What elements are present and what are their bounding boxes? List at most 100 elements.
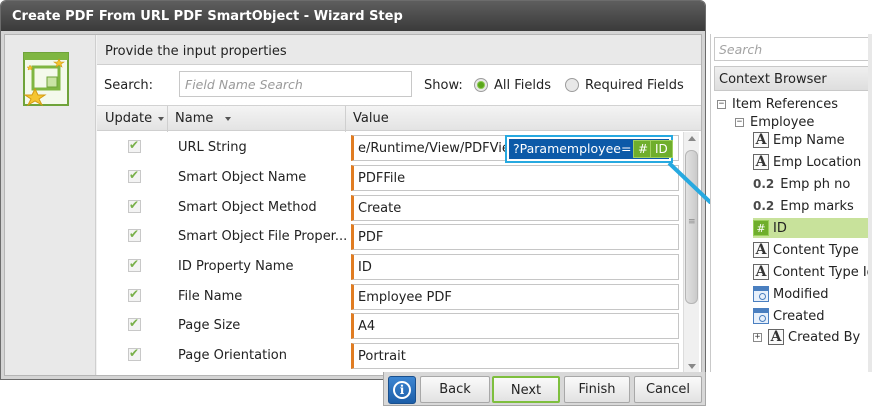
tree-item-label: Item References [732,96,838,112]
tree-item-emp-location[interactable]: A Emp Location [753,152,861,172]
sort-caret-icon [158,116,165,121]
tree-item-label: Emp ph no [780,176,851,192]
table-row: ID Property Name ID [97,251,683,281]
dialog-title: Create PDF From URL PDF SmartObject - Wi… [1,1,705,31]
url-parameter-field: ID [650,140,673,158]
tree-item-label: Employee [750,114,815,130]
property-name: Smart Object Method [178,200,317,215]
show-label: Show: [424,78,463,93]
wizard-dialog: Create PDF From URL PDF SmartObject - Wi… [0,0,706,380]
collapse-icon[interactable]: − [735,117,744,127]
table-row: Smart Object Method Create [97,192,683,222]
radio-required-fields-label: Required Fields [585,77,684,93]
property-name: Page Size [178,318,241,333]
tree-item-label: Emp marks [780,198,854,214]
dialog-body: Provide the input properties Search: Sho… [4,34,702,376]
context-browser-title: Context Browser [714,66,872,91]
tree-item-emp-marks[interactable]: 0.2 Emp marks [753,196,854,216]
context-browser-panel: Context Browser − Item References − Empl… [710,34,872,372]
update-checkbox[interactable] [128,198,141,213]
property-name: File Name [178,289,243,304]
datetime-icon [753,286,769,302]
property-value[interactable]: PDF [351,224,679,250]
property-value[interactable]: ID [351,254,679,280]
radio-all-fields-dot[interactable] [474,78,488,92]
table-row: Smart Object File Proper... PDF [97,221,683,251]
tree-item-label: Emp Name [773,132,845,148]
decimal-icon: 0.2 [753,177,775,191]
tree-item-content-type[interactable]: A Content Type [753,240,859,260]
text-icon: A [753,242,769,258]
wizard-button-bar: i Back Next Finish Cancel [383,372,706,406]
column-update[interactable]: Update [105,111,165,126]
text-icon: A [768,329,784,345]
search-label: Search: [104,78,154,93]
tree-item-item-references[interactable]: − Item References [717,94,838,114]
table-row: Smart Object Name PDFFile [97,162,683,192]
section-title: Provide the input properties [97,35,701,65]
tree-item-id[interactable]: # ID [753,218,872,238]
wizard-icon-pane [5,35,96,375]
sort-caret-icon [225,116,232,121]
update-checkbox[interactable] [128,138,141,153]
tree-item-emp-name[interactable]: A Emp Name [753,130,845,150]
tree-item-emp-ph-no[interactable]: 0.2 Emp ph no [753,174,850,194]
help-info-button[interactable]: i [388,376,416,404]
back-button[interactable]: Back [420,376,490,403]
update-checkbox[interactable] [128,346,141,361]
property-name: ID Property Name [178,259,294,274]
scroll-up-arrow-icon[interactable] [688,136,696,141]
tree-item-label: Content Type [773,242,859,258]
property-value[interactable]: A4 [351,313,679,339]
scroll-down-arrow-icon[interactable] [688,364,696,369]
screen: Create PDF From URL PDF SmartObject - Wi… [0,0,872,406]
property-value[interactable]: PDFFile [351,165,679,191]
property-value[interactable]: Employee PDF [351,284,679,310]
search-row: Search: Show: All Fields Required Fields [104,71,701,101]
collapse-icon[interactable]: − [717,99,726,109]
radio-all-fields[interactable]: All Fields [474,77,551,93]
tree-item-employee[interactable]: − Employee [735,112,814,132]
grid-scrollbar[interactable] [683,132,699,375]
tree-item-created[interactable]: Created [753,306,824,326]
property-name: Smart Object File Proper... [178,229,348,244]
property-value[interactable]: Create [351,195,679,221]
context-browser-scrollbar[interactable] [868,34,872,372]
field-search-input[interactable] [179,71,412,97]
scroll-thumb[interactable] [685,150,698,304]
column-update-label: Update [105,111,153,126]
cancel-button[interactable]: Cancel [634,376,702,403]
tree-item-label: Modified [773,286,829,302]
column-value-label: Value [353,111,389,126]
tree-item-content-type-id[interactable]: A Content Type Id [753,262,872,282]
tree-item-label: Content Type Id [773,264,872,280]
radio-required-fields[interactable]: Required Fields [565,77,684,93]
update-checkbox[interactable] [128,287,141,302]
tree-item-modified[interactable]: Modified [753,284,828,304]
radio-all-fields-label: All Fields [494,77,552,93]
tree-item-created-by[interactable]: + A Created By [753,327,860,347]
column-name[interactable]: Name [175,111,232,126]
property-value[interactable]: Portrait [351,343,679,369]
datetime-icon [753,308,769,324]
update-checkbox[interactable] [128,168,141,183]
url-parameter-selection: ?Paramemployee= # ID [509,139,673,159]
expand-icon[interactable]: + [753,332,762,342]
column-value[interactable]: Value [353,111,389,126]
property-name: Page Orientation [178,348,287,363]
update-checkbox[interactable] [128,257,141,272]
update-checkbox[interactable] [128,316,141,331]
table-row: Page Orientation Portrait [97,340,683,370]
autonumber-icon: # [753,220,769,236]
column-name-label: Name [175,111,214,126]
radio-required-fields-dot[interactable] [565,78,579,92]
property-name: URL String [178,140,247,155]
next-button[interactable]: Next [492,376,560,403]
tree-item-label: ID [773,220,787,236]
tree-item-label: Emp Location [773,154,862,170]
finish-button[interactable]: Finish [564,376,630,403]
context-browser-search-input[interactable] [714,37,872,61]
update-checkbox[interactable] [128,227,141,242]
url-parameter-chip[interactable]: ?Paramemployee= # ID [505,135,673,163]
text-icon: A [753,154,769,170]
